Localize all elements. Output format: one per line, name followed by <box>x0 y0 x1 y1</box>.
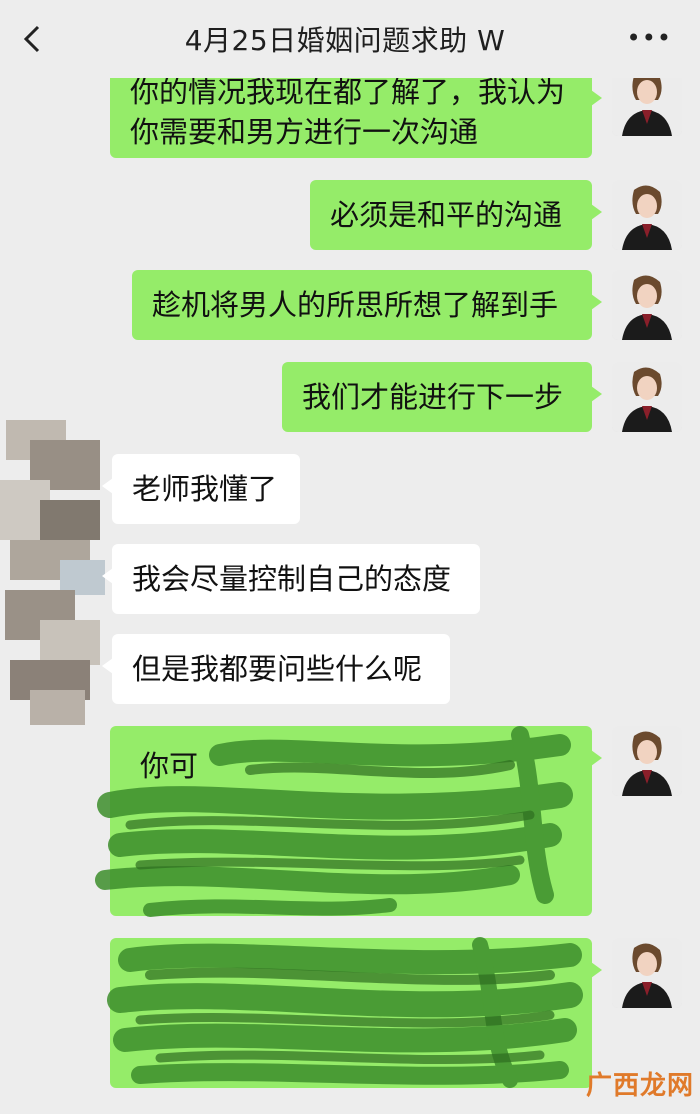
message-text: 必须是和平的沟通 <box>330 198 563 232</box>
message-bubble-sent[interactable]: 必须是和平的沟通 <box>310 180 602 250</box>
avatar[interactable] <box>612 180 682 250</box>
avatar[interactable] <box>612 938 682 1008</box>
avatar[interactable] <box>612 362 682 432</box>
message-bubble-received[interactable]: 我会尽量控制自己的态度 <box>102 544 480 614</box>
message-bubble-received[interactable]: 但是我都要问些什么呢 <box>102 634 450 704</box>
chat-header: 4月25日婚姻问题求助 W ••• <box>0 0 700 78</box>
message-text: 你可 <box>140 749 199 783</box>
more-dots-icon[interactable]: ••• <box>627 26 672 50</box>
message-bubble-sent[interactable]: 趁机将男人的所思所想了解到手 <box>132 270 602 340</box>
message-bubble-sent[interactable]: 我们才能进行下一步 <box>282 362 602 432</box>
avatar[interactable] <box>612 726 682 796</box>
message-text: 趁机将男人的所思所想了解到手 <box>152 288 559 322</box>
message-text: 老师我懂了 <box>132 472 278 506</box>
chat-title: 4月25日婚姻问题求助 W <box>184 24 506 57</box>
watermark-logo: 广西龙网 <box>585 1071 694 1101</box>
message-bubble-sent[interactable]: 你的情况我现在都了解了，我认为 你需要和男方进行一次沟通 <box>110 66 602 158</box>
message-text: 我们才能进行下一步 <box>302 380 564 414</box>
chevron-left-icon[interactable] <box>18 24 48 54</box>
message-line: 你需要和男方进行一次沟通 <box>130 115 479 149</box>
message-text: 我会尽量控制自己的态度 <box>132 562 452 596</box>
message-bubble-sent-redacted[interactable] <box>110 938 602 1088</box>
message-text: 但是我都要问些什么呢 <box>132 652 423 686</box>
message-bubble-received[interactable]: 老师我懂了 <box>102 454 300 524</box>
message-bubble-sent-redacted[interactable]: 你可 <box>110 726 602 916</box>
avatar[interactable] <box>612 270 682 340</box>
message-line: 你的情况我现在都了解了，我认为 <box>130 75 566 109</box>
